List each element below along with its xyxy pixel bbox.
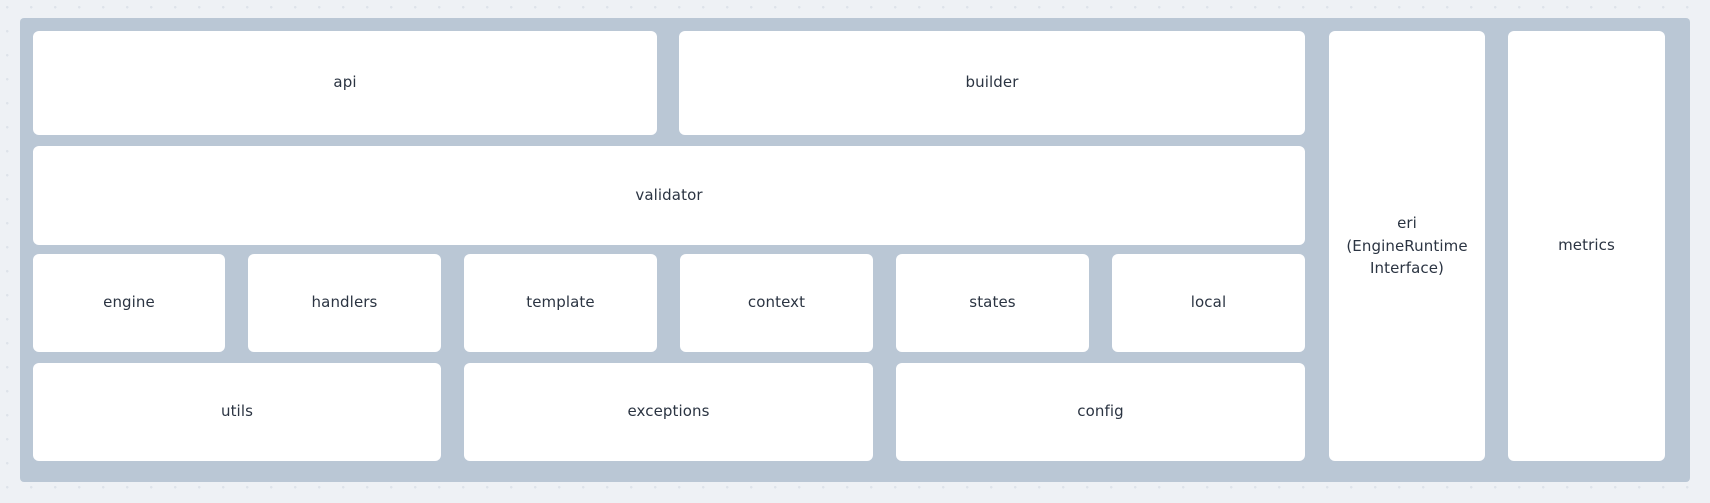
module-label-eri: eri (EngineRuntime Interface): [1346, 214, 1468, 278]
module-box-template[interactable]: template: [464, 254, 657, 352]
module-label-local: local: [1190, 293, 1227, 312]
module-label-utils: utils: [220, 402, 254, 421]
module-label-context: context: [747, 293, 806, 312]
module-label-engine: engine: [103, 293, 155, 312]
module-box-context[interactable]: context: [680, 254, 873, 352]
module-box-builder[interactable]: builder: [679, 31, 1305, 135]
module-box-states[interactable]: states: [896, 254, 1089, 352]
module-label-validator: validator: [635, 185, 703, 204]
module-box-config[interactable]: config: [896, 363, 1305, 461]
module-label-builder: builder: [965, 73, 1019, 92]
module-box-engine[interactable]: engine: [33, 254, 225, 352]
module-box-eri[interactable]: eri (EngineRuntime Interface): [1329, 31, 1485, 461]
module-box-validator[interactable]: validator: [33, 146, 1305, 245]
module-box-local[interactable]: local: [1112, 254, 1305, 352]
module-box-metrics[interactable]: metrics: [1508, 31, 1665, 461]
module-label-template: template: [526, 293, 595, 312]
module-label-api: api: [333, 73, 357, 92]
module-label-handlers: handlers: [311, 293, 378, 312]
diagram-canvas: api builder validator engine handlers templat…: [0, 0, 1710, 503]
module-label-states: states: [969, 293, 1016, 312]
module-label-metrics: metrics: [1558, 236, 1615, 255]
module-box-api[interactable]: api: [33, 31, 657, 135]
module-label-exceptions: exceptions: [627, 402, 710, 421]
module-box-handlers[interactable]: handlers: [248, 254, 441, 352]
module-box-utils[interactable]: utils: [33, 363, 441, 461]
module-box-exceptions[interactable]: exceptions: [464, 363, 873, 461]
module-label-config: config: [1077, 402, 1124, 421]
